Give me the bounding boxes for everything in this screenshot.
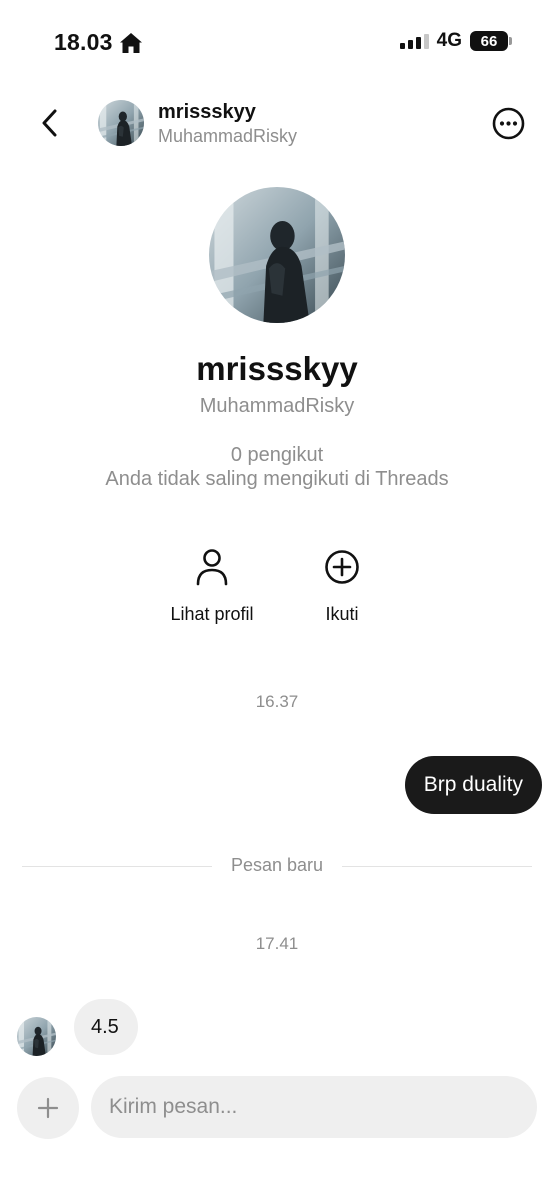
status-time: 18.03 — [54, 29, 143, 56]
outgoing-message-bubble[interactable]: Brp duality — [404, 756, 542, 814]
plus-icon — [37, 1097, 59, 1119]
home-icon — [119, 32, 142, 53]
view-profile-label: Lihat profil — [170, 604, 254, 624]
add-attachment-button[interactable] — [17, 1077, 79, 1139]
profile-display-name: MuhammadRisky — [199, 395, 355, 417]
chevron-left-icon[interactable] — [36, 105, 66, 141]
profile-username: mrissskyy — [196, 350, 358, 387]
network-type: 4G — [436, 30, 462, 51]
follow-label: Ikuti — [325, 604, 359, 624]
profile-avatar[interactable] — [209, 187, 345, 323]
battery-level: 66 — [480, 32, 498, 50]
message-input[interactable] — [91, 1076, 537, 1138]
header-username[interactable]: mrissskyy — [158, 101, 256, 124]
header-display-name: MuhammadRisky — [158, 126, 298, 146]
header-avatar[interactable] — [98, 100, 144, 146]
signal-icon — [399, 33, 429, 49]
follower-count: 0 pengikut — [230, 444, 324, 466]
status-time-text: 18.03 — [54, 29, 113, 55]
battery-icon: 66 — [470, 31, 512, 51]
message-timestamp: 16.37 — [255, 692, 299, 711]
person-icon — [196, 549, 228, 586]
view-profile-button[interactable]: Lihat profil — [164, 548, 260, 625]
more-options-icon[interactable] — [492, 107, 525, 140]
incoming-message-bubble[interactable]: 4.5 — [74, 999, 138, 1055]
mutual-follow-note: Anda tidak saling mengikuti di Threads — [105, 468, 449, 490]
status-indicators: 4G 66 — [399, 30, 512, 52]
message-timestamp: 17.41 — [255, 934, 299, 953]
follow-button[interactable]: Ikuti — [302, 548, 382, 625]
new-messages-divider: Pesan baru — [230, 855, 324, 875]
plus-circle-icon — [325, 550, 359, 584]
sender-avatar[interactable] — [17, 1017, 56, 1056]
